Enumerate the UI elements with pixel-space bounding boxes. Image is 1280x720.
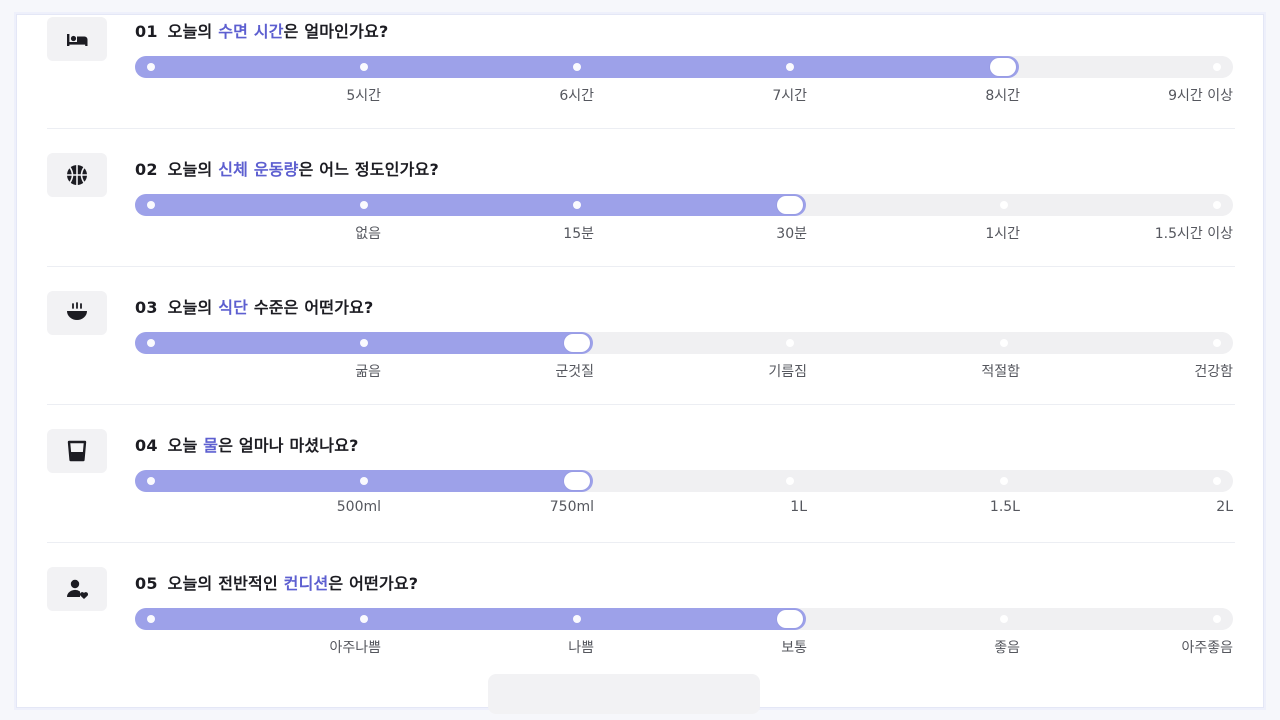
slider-thumb[interactable]: [564, 472, 590, 490]
slider-step-dot[interactable]: [1213, 339, 1221, 347]
slider-labels: 500ml 750ml 1L 1.5L 2L: [135, 499, 1233, 517]
slider-step-dot[interactable]: [1000, 201, 1008, 209]
slider-step-dot[interactable]: [786, 477, 794, 485]
slider-labels: 굶음 군것질 기름짐 적절함 건강함: [135, 361, 1233, 381]
slider-thumb[interactable]: [990, 58, 1016, 76]
slider-step-dot[interactable]: [1213, 615, 1221, 623]
divider: [47, 542, 1235, 543]
divider: [47, 266, 1235, 267]
bed-icon: [67, 34, 88, 46]
slider-fill: [135, 194, 806, 216]
slider-step-dot[interactable]: [573, 615, 581, 623]
rice-bowl-icon: [67, 302, 87, 320]
basketball-icon-box: [47, 153, 107, 197]
exercise-slider[interactable]: [135, 194, 1233, 216]
option-label[interactable]: 적절함: [981, 361, 1020, 381]
slider-step-dot[interactable]: [360, 339, 368, 347]
option-label[interactable]: 2L: [1216, 499, 1233, 515]
divider: [47, 128, 1235, 129]
basketball-icon: [67, 165, 87, 185]
slider-thumb[interactable]: [777, 610, 803, 628]
submit-button[interactable]: [488, 674, 760, 714]
slider-step-dot[interactable]: [147, 201, 155, 209]
bed-icon-box: [47, 17, 107, 61]
slider-step-dot[interactable]: [147, 615, 155, 623]
slider-step-dot[interactable]: [360, 201, 368, 209]
slider-step-dot[interactable]: [573, 63, 581, 71]
option-label[interactable]: 보통: [781, 637, 807, 657]
option-label[interactable]: 5시간: [346, 85, 381, 105]
question-title: 03 오늘의 식단 수준은 어떤가요?: [135, 298, 374, 317]
option-label[interactable]: 1.5L: [990, 499, 1020, 515]
option-label[interactable]: 500ml: [337, 499, 381, 515]
person-heart-icon-box: [47, 567, 107, 611]
slider-step-dot[interactable]: [360, 63, 368, 71]
slider-step-dot[interactable]: [573, 201, 581, 209]
slider-labels: 없음 15분 30분 1시간 1.5시간 이상: [135, 223, 1233, 243]
survey-card: 01 오늘의 수면 시간은 얼마인가요? 5시간 6시간 7시간 8시간 9시간 …: [16, 14, 1264, 708]
water-slider[interactable]: [135, 470, 1233, 492]
option-label[interactable]: 굶음: [355, 361, 381, 381]
slider-step-dot[interactable]: [147, 477, 155, 485]
water-glass-icon: [67, 440, 87, 462]
option-label[interactable]: 없음: [355, 223, 381, 243]
option-label[interactable]: 6시간: [559, 85, 594, 105]
question-title: 04 오늘 물은 얼마나 마셨나요?: [135, 436, 359, 455]
option-label[interactable]: 1시간: [985, 223, 1020, 243]
option-label[interactable]: 기름짐: [768, 361, 807, 381]
option-label[interactable]: 750ml: [550, 499, 594, 515]
question-title: 05 오늘의 전반적인 컨디션은 어떤가요?: [135, 574, 419, 593]
slider-labels: 5시간 6시간 7시간 8시간 9시간 이상: [135, 85, 1233, 105]
slider-labels: 아주나쁨 나쁨 보통 좋음 아주좋음: [135, 637, 1233, 657]
slider-thumb[interactable]: [777, 196, 803, 214]
slider-step-dot[interactable]: [360, 477, 368, 485]
divider: [47, 404, 1235, 405]
slider-step-dot[interactable]: [786, 339, 794, 347]
option-label[interactable]: 7시간: [772, 85, 807, 105]
slider-step-dot[interactable]: [786, 63, 794, 71]
water-glass-icon-box: [47, 429, 107, 473]
slider-step-dot[interactable]: [1213, 477, 1221, 485]
slider-step-dot[interactable]: [147, 63, 155, 71]
question-title: 01 오늘의 수면 시간은 얼마인가요?: [135, 22, 389, 41]
sleep-slider[interactable]: [135, 56, 1233, 78]
option-label[interactable]: 1L: [790, 499, 807, 515]
condition-slider[interactable]: [135, 608, 1233, 630]
slider-thumb[interactable]: [564, 334, 590, 352]
slider-step-dot[interactable]: [1213, 201, 1221, 209]
slider-fill: [135, 608, 806, 630]
option-label[interactable]: 8시간: [985, 85, 1020, 105]
question-diet: 03 오늘의 식단 수준은 어떤가요? 굶음 군것질 기름짐 적절함 건강함: [47, 291, 1235, 429]
option-label[interactable]: 15분: [563, 223, 594, 243]
option-label[interactable]: 아주좋음: [1181, 637, 1233, 657]
option-label[interactable]: 1.5시간 이상: [1155, 223, 1233, 243]
option-label[interactable]: 건강함: [1194, 361, 1233, 381]
rice-bowl-icon-box: [47, 291, 107, 335]
option-label[interactable]: 아주나쁨: [329, 637, 381, 657]
option-label[interactable]: 나쁨: [568, 637, 594, 657]
person-heart-icon: [66, 579, 89, 599]
question-sleep: 01 오늘의 수면 시간은 얼마인가요? 5시간 6시간 7시간 8시간 9시간 …: [47, 15, 1235, 153]
slider-step-dot[interactable]: [1000, 477, 1008, 485]
diet-slider[interactable]: [135, 332, 1233, 354]
slider-step-dot[interactable]: [1213, 63, 1221, 71]
question-title: 02 오늘의 신체 운동량은 어느 정도인가요?: [135, 160, 439, 179]
slider-step-dot[interactable]: [147, 339, 155, 347]
question-exercise: 02 오늘의 신체 운동량은 어느 정도인가요? 없음 15분 30분 1시간 1…: [47, 153, 1235, 291]
option-label[interactable]: 좋음: [994, 637, 1020, 657]
option-label[interactable]: 30분: [776, 223, 807, 243]
option-label[interactable]: 9시간 이상: [1168, 85, 1233, 105]
slider-step-dot[interactable]: [1000, 339, 1008, 347]
slider-step-dot[interactable]: [1000, 615, 1008, 623]
option-label[interactable]: 군것질: [555, 361, 594, 381]
slider-step-dot[interactable]: [360, 615, 368, 623]
question-water: 04 오늘 물은 얼마나 마셨나요? 500ml 750ml 1L 1.5L 2L: [47, 429, 1235, 567]
